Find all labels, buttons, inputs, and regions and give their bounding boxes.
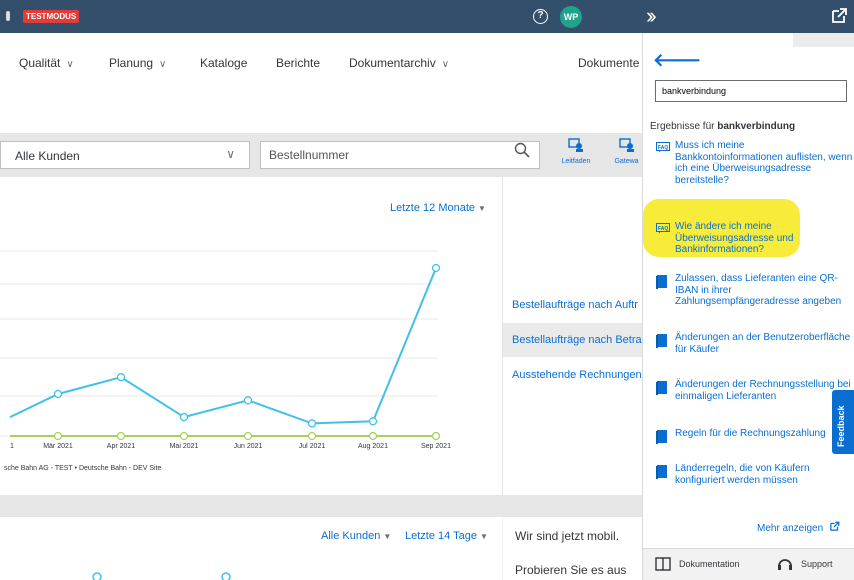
chevron-down-icon: ∨ bbox=[159, 59, 167, 70]
gateway-button[interactable]: Gatewa bbox=[611, 137, 642, 175]
headset-icon bbox=[778, 559, 792, 570]
filter-row: Alle Kunden ∨ bbox=[0, 133, 642, 177]
chevron-down-icon: ∨ bbox=[226, 147, 235, 161]
help-result-title: Änderungen an der Benutzeroberfläche für… bbox=[675, 332, 851, 355]
feedback-tab[interactable]: Feedback bbox=[832, 390, 854, 454]
data-point[interactable] bbox=[431, 431, 441, 441]
nav-item-planung[interactable]: Planung ∨ bbox=[109, 56, 166, 70]
lower-chart-marks bbox=[92, 572, 231, 580]
external-link-icon bbox=[830, 521, 840, 531]
show-more-link[interactable]: Mehr anzeigen bbox=[757, 521, 840, 534]
customer-select[interactable]: Alle Kunden ∨ bbox=[0, 141, 250, 169]
gateway-icon bbox=[618, 138, 634, 152]
lower-chart-card: Alle Kunden ▼ Letzte 14 Tage ▼ bbox=[0, 517, 502, 580]
double-chevron-right-icon[interactable]: ›› bbox=[646, 4, 656, 28]
report-links-card: Bestellaufträge nach Auftr Bestellaufträ… bbox=[502, 177, 643, 495]
document-icon bbox=[656, 381, 667, 395]
lower-customer-select[interactable]: Alle Kunden ▼ bbox=[321, 530, 391, 542]
help-result-title: Änderungen der Rechnungsstellung bei ein… bbox=[675, 379, 851, 402]
guide-button[interactable]: Leitfaden bbox=[559, 137, 593, 175]
help-result-title: Wie ändere ich meine Überweisungsadresse… bbox=[675, 221, 794, 255]
document-icon bbox=[656, 334, 667, 348]
chevron-down-icon: ▼ bbox=[479, 532, 488, 541]
data-point[interactable] bbox=[53, 389, 63, 399]
x-tick-label: Mär 2021 bbox=[43, 443, 73, 450]
help-result-title: Zulassen, dass Lieferanten eine QR-IBAN … bbox=[675, 273, 842, 307]
data-point[interactable] bbox=[179, 431, 189, 441]
panel-footer: Dokumentation Support bbox=[643, 548, 854, 580]
panel-top-strip bbox=[793, 33, 854, 47]
chevron-down-icon: ∨ bbox=[66, 59, 74, 70]
section-divider bbox=[0, 495, 642, 517]
nav-item-kataloge[interactable]: Kataloge bbox=[200, 56, 247, 70]
nav-item-dokumente[interactable]: Dokumente bbox=[578, 56, 639, 70]
mobile-promo-card: Wir sind jetzt mobil. Probieren Sie es a… bbox=[503, 517, 642, 580]
svg-text:FAQ: FAQ bbox=[658, 226, 668, 232]
data-point[interactable] bbox=[368, 417, 378, 426]
chart-range-select[interactable]: Letzte 12 Monate ▼ bbox=[390, 202, 486, 214]
data-point[interactable] bbox=[243, 431, 253, 441]
x-tick-label: 1 bbox=[10, 443, 14, 450]
x-tick-label: Mai 2021 bbox=[170, 443, 199, 450]
chevron-down-icon: ∨ bbox=[441, 59, 450, 70]
svg-text:FAQ: FAQ bbox=[658, 145, 668, 151]
help-icon[interactable]: ? bbox=[533, 9, 548, 24]
data-point[interactable] bbox=[307, 419, 317, 428]
help-result-title: Länderregeln, die von Käufern konfigurie… bbox=[675, 463, 810, 486]
documentation-link[interactable]: Dokumentation bbox=[679, 559, 740, 569]
data-point[interactable] bbox=[431, 263, 441, 273]
x-tick-label: Apr 2021 bbox=[107, 443, 136, 450]
results-heading: Ergebnisse für bankverbindung bbox=[650, 121, 796, 132]
data-point[interactable] bbox=[368, 431, 378, 441]
order-number-input[interactable] bbox=[260, 141, 540, 169]
chart-legend: sche Bahn AG - TEST • Deutsche Bahn - DE… bbox=[4, 465, 162, 472]
faq-icon: FAQ bbox=[656, 142, 670, 153]
series-line bbox=[9, 267, 437, 425]
x-tick-label: Jun 2021 bbox=[234, 443, 263, 450]
data-point[interactable] bbox=[179, 412, 189, 422]
document-icon bbox=[656, 275, 667, 289]
top-bar: TESTMODUS ? WP ›› bbox=[0, 0, 854, 33]
help-search-input[interactable] bbox=[655, 80, 847, 102]
report-link-orders-by-order[interactable]: Bestellaufträge nach Auftr bbox=[512, 299, 638, 311]
nav-item-berichte[interactable]: Berichte bbox=[276, 56, 320, 70]
orders-chart-card: 1 Mär 2021 Apr 2021 Mai 2021 Jun 2021 Jul 202… bbox=[0, 177, 502, 495]
book-icon bbox=[655, 557, 671, 571]
guide-icon bbox=[568, 138, 583, 152]
x-tick-label: Aug 2021 bbox=[358, 443, 388, 450]
help-result-title: Muss ich meine Bankkontoinformationen au… bbox=[675, 140, 853, 186]
data-point[interactable] bbox=[53, 431, 63, 441]
nav-item-dokumentarchiv[interactable]: Dokumentarchiv ∨ bbox=[349, 56, 449, 70]
help-panel: 🡐 Ergebnisse für bankverbindung FAQ Muss … bbox=[642, 33, 854, 580]
chevron-down-icon: ▼ bbox=[383, 532, 392, 541]
mobile-title: Wir sind jetzt mobil. bbox=[515, 529, 620, 543]
nav-item-qualitaet[interactable]: Qualität ∨ bbox=[19, 56, 74, 70]
report-link-orders-by-amount[interactable]: Bestellaufträge nach Betra bbox=[512, 334, 642, 346]
search-icon[interactable] bbox=[514, 142, 530, 158]
data-point[interactable] bbox=[116, 431, 126, 441]
support-link[interactable]: Support bbox=[801, 559, 833, 569]
external-link-icon[interactable] bbox=[830, 7, 848, 25]
report-link-pending-invoices[interactable]: Ausstehende Rechnungen bbox=[512, 369, 642, 381]
test-mode-badge: TESTMODUS bbox=[23, 10, 80, 23]
data-point[interactable] bbox=[243, 396, 253, 405]
line-chart: 1 Mär 2021 Apr 2021 Mai 2021 Jun 2021 Jul 202… bbox=[0, 250, 451, 450]
help-result-title: Regeln für die Rechnungszahlung bbox=[675, 428, 826, 439]
menu-icon[interactable] bbox=[6, 11, 10, 21]
document-icon bbox=[656, 465, 667, 479]
chevron-down-icon: ▼ bbox=[478, 204, 486, 213]
back-arrow-icon[interactable]: 🡐 bbox=[653, 51, 701, 69]
lower-range-select[interactable]: Letzte 14 Tage ▼ bbox=[405, 530, 488, 542]
document-icon bbox=[656, 430, 667, 444]
user-avatar[interactable]: WP bbox=[560, 6, 582, 28]
main-nav: Qualität ∨ Planung ∨ Kataloge Berichte Dok… bbox=[0, 33, 642, 133]
faq-icon: FAQ bbox=[656, 223, 670, 234]
mobile-subtitle: Probieren Sie es aus bbox=[515, 563, 627, 577]
x-tick-label: Jul 2021 bbox=[299, 443, 326, 450]
data-point[interactable] bbox=[307, 431, 317, 441]
data-point[interactable] bbox=[116, 373, 126, 382]
x-tick-label: Sep 2021 bbox=[421, 443, 451, 450]
